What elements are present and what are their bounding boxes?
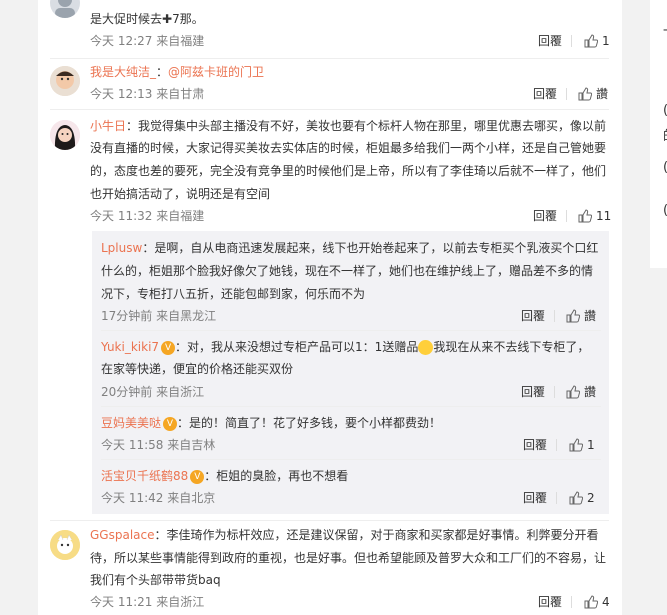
avatar-image bbox=[50, 530, 80, 560]
username-link[interactable]: Lplusw bbox=[101, 241, 142, 255]
member-badge-icon: V bbox=[161, 340, 176, 355]
reply-text: 活宝贝千纸鹤88 V ：柜姐的臭脸，再也不想看 bbox=[101, 469, 349, 484]
divider bbox=[101, 406, 601, 407]
thumbs-up-icon bbox=[566, 385, 580, 399]
like-button[interactable]: 11 bbox=[578, 208, 611, 224]
username-link[interactable]: 我是大纯洁_ bbox=[90, 65, 156, 79]
divider bbox=[571, 35, 572, 47]
like-count: 1 bbox=[587, 438, 595, 452]
divider bbox=[101, 330, 601, 331]
thumbs-up-icon bbox=[584, 595, 598, 609]
comment-text: 是大促时候去✚7那。 bbox=[90, 12, 204, 26]
reply-text-line: 什么的，柜姐那个脸我好像欠了她钱，现在不一样了，她们也在维护线上了，赠品差不多的… bbox=[101, 264, 594, 278]
smile-emoji-icon bbox=[418, 340, 434, 355]
mention-link[interactable]: @阿兹卡班的门卫 bbox=[168, 65, 264, 79]
comment-meta: 今天 12:13 来自甘肃 bbox=[90, 87, 205, 101]
reply-text: Yuki_kiki7 V ：对，我从来没想过专柜产品可以1：1送赠品 我现在从来不去线… bbox=[101, 340, 590, 355]
comment-text: 小牛日：我觉得集中头部主播没有不好，美妆也要有个标杆人物在那里，哪里优惠去哪买，… bbox=[90, 119, 607, 133]
avatar[interactable] bbox=[50, 120, 80, 150]
username-link[interactable]: GGspalace bbox=[90, 528, 155, 542]
avatar-image bbox=[50, 120, 80, 150]
member-badge-icon: V bbox=[190, 469, 205, 484]
like-button[interactable]: 4 bbox=[584, 594, 610, 610]
divider bbox=[556, 492, 557, 504]
reply-text-line: 况下，专柜打八五折，还能包邮到家，何乐而不为 bbox=[101, 287, 366, 301]
like-count: 1 bbox=[602, 34, 610, 48]
thumbs-up-icon bbox=[569, 438, 583, 452]
reply-button[interactable]: 回覆 bbox=[533, 208, 557, 224]
comment-text: GGspalace：李佳琦作为标杆效应，还是建议保留，对于商家和买家都是好事情。… bbox=[90, 528, 599, 542]
reply-meta: 今天 11:58 来自吉林 bbox=[101, 438, 216, 452]
reply-button[interactable]: 回覆 bbox=[538, 594, 562, 610]
right-card-glyph: ( bbox=[663, 160, 667, 175]
thumbs-up-icon bbox=[578, 209, 592, 223]
like-button[interactable]: 讚 bbox=[578, 86, 608, 102]
avatar[interactable] bbox=[50, 530, 80, 560]
like-label: 讚 bbox=[596, 87, 609, 101]
thumbs-up-icon bbox=[569, 491, 583, 505]
thumbs-up-icon bbox=[566, 309, 580, 323]
reply-meta: 20分钟前 来自浙江 bbox=[101, 385, 205, 399]
comment-text-line: 我们有个头部带带货baq bbox=[90, 573, 221, 587]
reply-text: 豆妈美美哒 V ：是的！简直了！花了好多钱，要个小样都费劲！ bbox=[101, 416, 442, 431]
username-link[interactable]: Yuki_kiki7 bbox=[101, 340, 159, 354]
thumbs-up-icon bbox=[584, 34, 598, 48]
reply-text: Lplusw：是啊，自从电商迅速发展起来，线下也开始卷起来了，以前去专柜买个乳液… bbox=[101, 241, 599, 255]
comment-text-line: 待，所以某些事情能得到政府的重视，也是好事。但也希望能顾及普罗大众和工厂们的不容… bbox=[90, 551, 607, 565]
divider bbox=[556, 439, 557, 451]
reply-button[interactable]: 回覆 bbox=[521, 384, 545, 400]
comment-meta: 今天 11:32 来自福建 bbox=[90, 209, 205, 223]
thumbs-up-icon bbox=[578, 87, 592, 101]
comment-meta: 今天 12:27 来自福建 bbox=[90, 34, 205, 48]
like-button[interactable]: 1 bbox=[569, 437, 595, 453]
comment-text-line: 的，态度也差的要死，完全没有竞争里的时候他们是上帝，所以有了李佳琦以后就不一样了… bbox=[90, 164, 607, 178]
reply-button[interactable]: 回覆 bbox=[523, 490, 547, 506]
right-card-glyph: 的 bbox=[663, 125, 667, 144]
avatar-image bbox=[50, 66, 80, 96]
right-card-glyph: ( bbox=[663, 203, 667, 218]
username-link[interactable]: 豆妈美美哒 bbox=[101, 416, 161, 430]
comment-meta: 今天 11:21 来自浙江 bbox=[90, 595, 205, 609]
divider bbox=[50, 520, 609, 521]
divider bbox=[571, 596, 572, 608]
like-count: 11 bbox=[596, 209, 612, 223]
comment-text-line: 也开始搞活动了，说明还是有空间 bbox=[90, 187, 271, 201]
reply-text-line: 在家等快递，便宜的价格还能买双份 bbox=[101, 362, 294, 376]
like-button[interactable]: 讚 bbox=[566, 308, 596, 324]
member-badge-icon: V bbox=[163, 416, 178, 431]
reply-meta: 17分钟前 来自黑龙江 bbox=[101, 309, 217, 323]
divider bbox=[554, 310, 555, 322]
reply-button[interactable]: 回覆 bbox=[521, 308, 545, 324]
reply-button[interactable]: 回覆 bbox=[533, 86, 557, 102]
divider bbox=[101, 459, 601, 460]
comment-text-line: 没有直播的时候，大家记得买美妆去实体店的时候，柜姐最多给我们一两个小样，还是自己… bbox=[90, 141, 607, 155]
plus-sign: ✚ bbox=[162, 12, 173, 26]
username-link[interactable]: 活宝贝千纸鹤88 bbox=[101, 469, 188, 483]
divider bbox=[554, 386, 555, 398]
like-button[interactable]: 1 bbox=[584, 33, 610, 49]
comment-text: 我是大纯洁_：@阿兹卡班的门卫 bbox=[90, 65, 265, 79]
divider bbox=[50, 109, 609, 110]
like-count: 4 bbox=[602, 595, 610, 609]
divider bbox=[566, 88, 567, 100]
username-link[interactable]: 小牛日 bbox=[90, 119, 126, 133]
like-count: 2 bbox=[587, 491, 595, 505]
reply-meta: 今天 11:42 来自北京 bbox=[101, 491, 216, 505]
right-side-card: 一 ( 的 ( ( bbox=[650, 0, 667, 268]
like-label: 讚 bbox=[584, 309, 597, 323]
right-card-glyph: 一 bbox=[663, 20, 667, 39]
reply-button[interactable]: 回覆 bbox=[523, 437, 547, 453]
like-button[interactable]: 2 bbox=[569, 490, 595, 506]
like-button[interactable]: 讚 bbox=[566, 384, 596, 400]
reply-button[interactable]: 回覆 bbox=[538, 33, 562, 49]
divider bbox=[50, 58, 609, 59]
divider bbox=[566, 210, 567, 222]
right-card-glyph: ( bbox=[663, 103, 667, 118]
like-label: 讚 bbox=[584, 385, 597, 399]
avatar[interactable] bbox=[50, 66, 80, 96]
